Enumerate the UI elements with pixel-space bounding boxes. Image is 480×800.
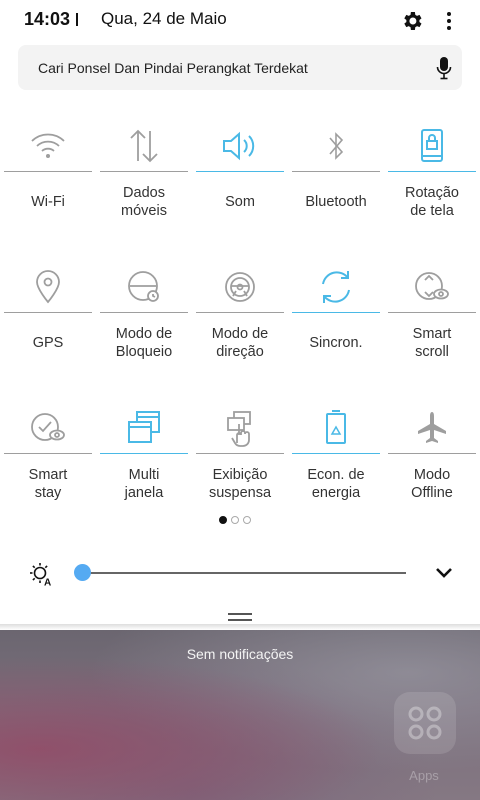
- sync-icon: [322, 271, 350, 303]
- tile-indicator-line: [196, 171, 284, 172]
- brightness-slider[interactable]: [74, 564, 406, 581]
- quick-setting-label: Smart stay: [28, 467, 68, 501]
- apps-icon[interactable]: [394, 692, 456, 754]
- drag-handle[interactable]: [228, 612, 252, 622]
- page-indicator: [219, 516, 251, 526]
- tile-indicator-line: [292, 171, 380, 172]
- page-dot: [231, 516, 239, 524]
- tile-indicator-line: [292, 312, 380, 313]
- quick-setting-bluetooth[interactable]: Bluetooth: [288, 112, 384, 253]
- quick-setting-gps[interactable]: GPS: [0, 253, 96, 394]
- bluetooth-icon: [329, 132, 344, 160]
- search-bar[interactable]: Cari Ponsel Dan Pindai Perangkat Terdeka…: [18, 45, 462, 90]
- wifi-icon: [31, 133, 65, 158]
- quick-setting-multi-window[interactable]: Multi janela: [96, 394, 192, 535]
- date: Qua, 24 de Maio: [101, 9, 227, 28]
- apps-label: Apps: [409, 768, 439, 783]
- quick-setting-label: GPS: [32, 335, 64, 351]
- gear-icon[interactable]: [400, 9, 424, 33]
- airplane-mode-icon: [418, 412, 446, 443]
- tile-indicator-line: [4, 171, 92, 172]
- sound-icon: [223, 131, 255, 161]
- tile-indicator-line: [388, 453, 476, 454]
- separator: [76, 13, 78, 26]
- quick-setting-smart-scroll[interactable]: Smart scroll: [384, 253, 480, 394]
- smart-scroll-icon: [415, 272, 449, 300]
- quick-setting-label: Modo de direção: [211, 326, 269, 360]
- tile-indicator-line: [100, 453, 188, 454]
- quick-setting-wifi[interactable]: Wi-Fi: [0, 112, 96, 253]
- tile-indicator-line: [4, 312, 92, 313]
- tile-indicator-line: [292, 453, 380, 454]
- quick-setting-label: Bluetooth: [305, 194, 367, 210]
- no-notifications-text: Sem notificações: [186, 646, 294, 662]
- auto-brightness-icon[interactable]: A: [29, 562, 53, 586]
- microphone-icon[interactable]: [436, 56, 452, 80]
- quick-setting-label: Exibição suspensa: [208, 467, 272, 501]
- quick-setting-screen-rotation[interactable]: Rotação de tela: [384, 112, 480, 253]
- quick-setting-label: Rotação de tela: [404, 185, 459, 219]
- multi-window-icon: [128, 411, 160, 443]
- quick-setting-airplane-mode[interactable]: Modo Offline: [384, 394, 480, 535]
- quick-setting-label: Multi janela: [124, 467, 164, 501]
- clock: 14:03: [24, 9, 71, 29]
- brightness-slider-thumb[interactable]: [74, 564, 91, 581]
- svg-text:A: A: [44, 578, 51, 587]
- quick-setting-label: Modo de Bloqueio: [115, 326, 173, 360]
- quick-setting-label: Modo Offline: [411, 467, 453, 501]
- air-view-icon: [227, 411, 251, 447]
- page-dot: [219, 516, 227, 524]
- screen-rotation-icon: [421, 129, 443, 162]
- quick-setting-sound[interactable]: Som: [192, 112, 288, 253]
- quick-setting-driving-mode[interactable]: Modo de direção: [192, 253, 288, 394]
- quick-setting-label: Sincron.: [309, 335, 363, 351]
- tile-indicator-line: [4, 453, 92, 454]
- quick-setting-label: Dados móveis: [121, 185, 167, 219]
- search-text: Cari Ponsel Dan Pindai Perangkat Terdeka…: [38, 60, 308, 76]
- quick-setting-air-view[interactable]: Exibição suspensa: [192, 394, 288, 535]
- page-dot: [243, 516, 251, 524]
- gps-icon: [36, 270, 60, 304]
- notification-area: Sem notificações Apps: [0, 630, 480, 800]
- chevron-down-icon[interactable]: [434, 566, 454, 580]
- tile-indicator-line: [388, 312, 476, 313]
- tile-indicator-line: [196, 453, 284, 454]
- status-bar: 14:03 Qua, 24 de Maio: [0, 0, 480, 42]
- tile-indicator-line: [100, 312, 188, 313]
- quick-setting-smart-stay[interactable]: Smart stay: [0, 394, 96, 535]
- quick-setting-label: Econ. de energia: [307, 467, 365, 501]
- more-options-icon[interactable]: [440, 9, 458, 33]
- quick-setting-sync[interactable]: Sincron.: [288, 253, 384, 394]
- quick-setting-power-saving[interactable]: Econ. de energia: [288, 394, 384, 535]
- tile-indicator-line: [100, 171, 188, 172]
- quick-setting-label: Wi-Fi: [31, 194, 65, 210]
- tile-indicator-line: [196, 312, 284, 313]
- quick-setting-label: Smart scroll: [412, 326, 452, 360]
- blocking-mode-icon: [128, 271, 159, 302]
- tile-indicator-line: [388, 171, 476, 172]
- quick-setting-mobile-data[interactable]: Dados móveis: [96, 112, 192, 253]
- mobile-data-icon: [130, 129, 158, 163]
- power-saving-icon: [326, 410, 346, 444]
- quick-setting-blocking-mode[interactable]: Modo de Bloqueio: [96, 253, 192, 394]
- quick-setting-label: Som: [225, 194, 255, 210]
- smart-stay-icon: [31, 413, 65, 441]
- driving-mode-icon: [225, 272, 255, 302]
